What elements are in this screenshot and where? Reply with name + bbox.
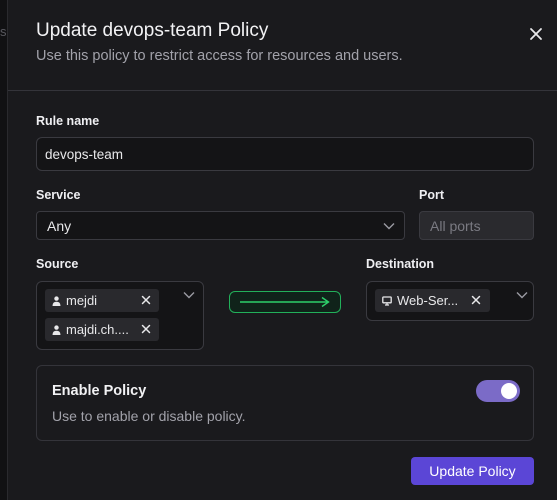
update-policy-button[interactable]: Update Policy [411, 457, 534, 485]
close-icon[interactable] [528, 26, 544, 42]
source-chip: majdi.ch.... [45, 318, 159, 341]
destination-chip-label: Web-Ser... [397, 293, 459, 308]
source-chip-label: mejdi [66, 293, 98, 308]
enable-policy-title: Enable Policy [52, 383, 147, 399]
dialog-title: Update devops-team Policy [36, 20, 269, 41]
port-label: Port [419, 188, 444, 202]
rule-name-label: Rule name [36, 114, 100, 128]
chevron-down-icon [383, 223, 395, 230]
chevron-down-icon [516, 292, 528, 299]
destination-multiselect[interactable]: Web-Ser... [366, 281, 534, 321]
enable-policy-card: Enable Policy Use to enable or disable p… [36, 365, 534, 441]
service-label: Service [36, 188, 81, 202]
source-chip-label: majdi.ch.... [66, 322, 129, 337]
rule-name-value: devops-team [45, 146, 124, 162]
monitor-icon [382, 295, 392, 306]
source-chip: mejdi [45, 289, 159, 312]
enable-policy-toggle[interactable] [476, 380, 520, 402]
destination-chip: Web-Ser... [375, 289, 490, 312]
arrow-right-icon [240, 296, 330, 308]
user-icon [52, 324, 61, 335]
update-policy-dialog: Update devops-team Policy Use this polic… [7, 0, 557, 500]
remove-chip-icon[interactable] [471, 295, 481, 305]
dialog-subtitle: Use this policy to restrict access for r… [36, 48, 403, 64]
user-icon [52, 295, 61, 306]
source-label: Source [36, 257, 79, 271]
toggle-knob [501, 383, 517, 399]
service-select[interactable]: Any [36, 211, 405, 240]
enable-policy-description: Use to enable or disable policy. [52, 408, 246, 424]
source-multiselect[interactable]: mejdi majdi.ch.... [36, 281, 204, 350]
remove-chip-icon[interactable] [141, 295, 151, 305]
chevron-down-icon [183, 292, 195, 299]
remove-chip-icon[interactable] [141, 324, 151, 334]
service-value: Any [47, 217, 72, 234]
destination-label: Destination [366, 257, 435, 271]
port-placeholder: All ports [430, 217, 481, 234]
dialog-header: Update devops-team Policy Use this polic… [8, 0, 557, 91]
port-input[interactable]: All ports [419, 211, 534, 240]
flow-direction-arrow [229, 291, 341, 313]
rule-name-input[interactable]: devops-team [36, 137, 534, 171]
